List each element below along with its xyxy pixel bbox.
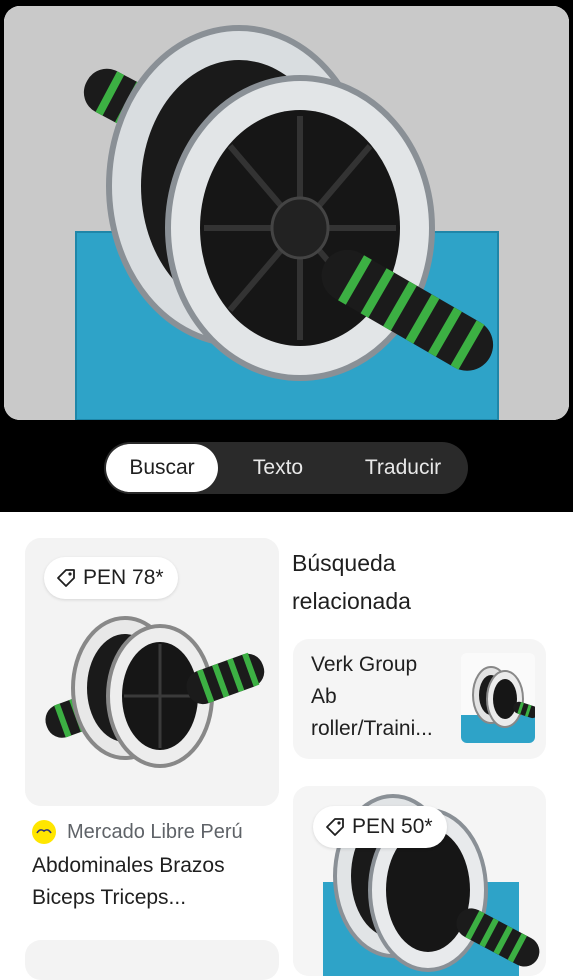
result-title[interactable]: Abdominales Brazos Biceps Triceps... bbox=[32, 850, 225, 914]
price-tag-2: PEN 50* bbox=[313, 806, 447, 848]
image-viewer: Buscar Texto Traducir bbox=[0, 0, 573, 512]
price-tag: PEN 78* bbox=[44, 557, 178, 599]
selected-image-crop[interactable] bbox=[4, 6, 569, 420]
tab-texto[interactable]: Texto bbox=[232, 444, 324, 492]
result-source: Mercado Libre Perú bbox=[32, 820, 243, 844]
tab-buscar[interactable]: Buscar bbox=[106, 444, 218, 492]
result-title-line-2: Biceps Triceps... bbox=[32, 886, 187, 909]
ab-roller-small-icon bbox=[461, 653, 535, 743]
result-card-image[interactable]: PEN 78* bbox=[25, 538, 279, 806]
related-search-heading: Búsqueda relacionada bbox=[292, 544, 411, 620]
price-text-2: PEN 50* bbox=[352, 815, 433, 838]
ab-roller-photo bbox=[4, 6, 569, 420]
result-title-line-1: Abdominales Brazos bbox=[32, 854, 225, 877]
result-card-image-2[interactable]: PEN 50* bbox=[293, 786, 546, 976]
source-name: Mercado Libre Perú bbox=[67, 820, 243, 843]
price-tag-icon bbox=[57, 569, 75, 587]
related-text-line-2: Ab bbox=[311, 685, 337, 708]
price-tag-icon bbox=[326, 818, 344, 836]
related-heading-line-2: relacionada bbox=[292, 588, 411, 614]
search-results: PEN 78* Mercado Libre Perú Abdominales B… bbox=[0, 512, 573, 980]
price-text: PEN 78* bbox=[83, 566, 164, 589]
related-thumbnail bbox=[461, 653, 535, 743]
related-search-text: Verk Group Ab roller/Traini... bbox=[311, 649, 456, 745]
related-search-card[interactable]: Verk Group Ab roller/Traini... bbox=[293, 639, 546, 759]
related-text-line-1: Verk Group bbox=[311, 653, 418, 676]
lens-mode-tabs: Buscar Texto Traducir bbox=[104, 442, 468, 494]
related-text-line-3: roller/Traini... bbox=[311, 717, 433, 740]
related-heading-line-1: Búsqueda bbox=[292, 550, 396, 576]
result-card-next[interactable] bbox=[25, 940, 279, 980]
tab-traducir[interactable]: Traducir bbox=[344, 444, 462, 492]
mercado-libre-logo-icon bbox=[32, 820, 56, 844]
